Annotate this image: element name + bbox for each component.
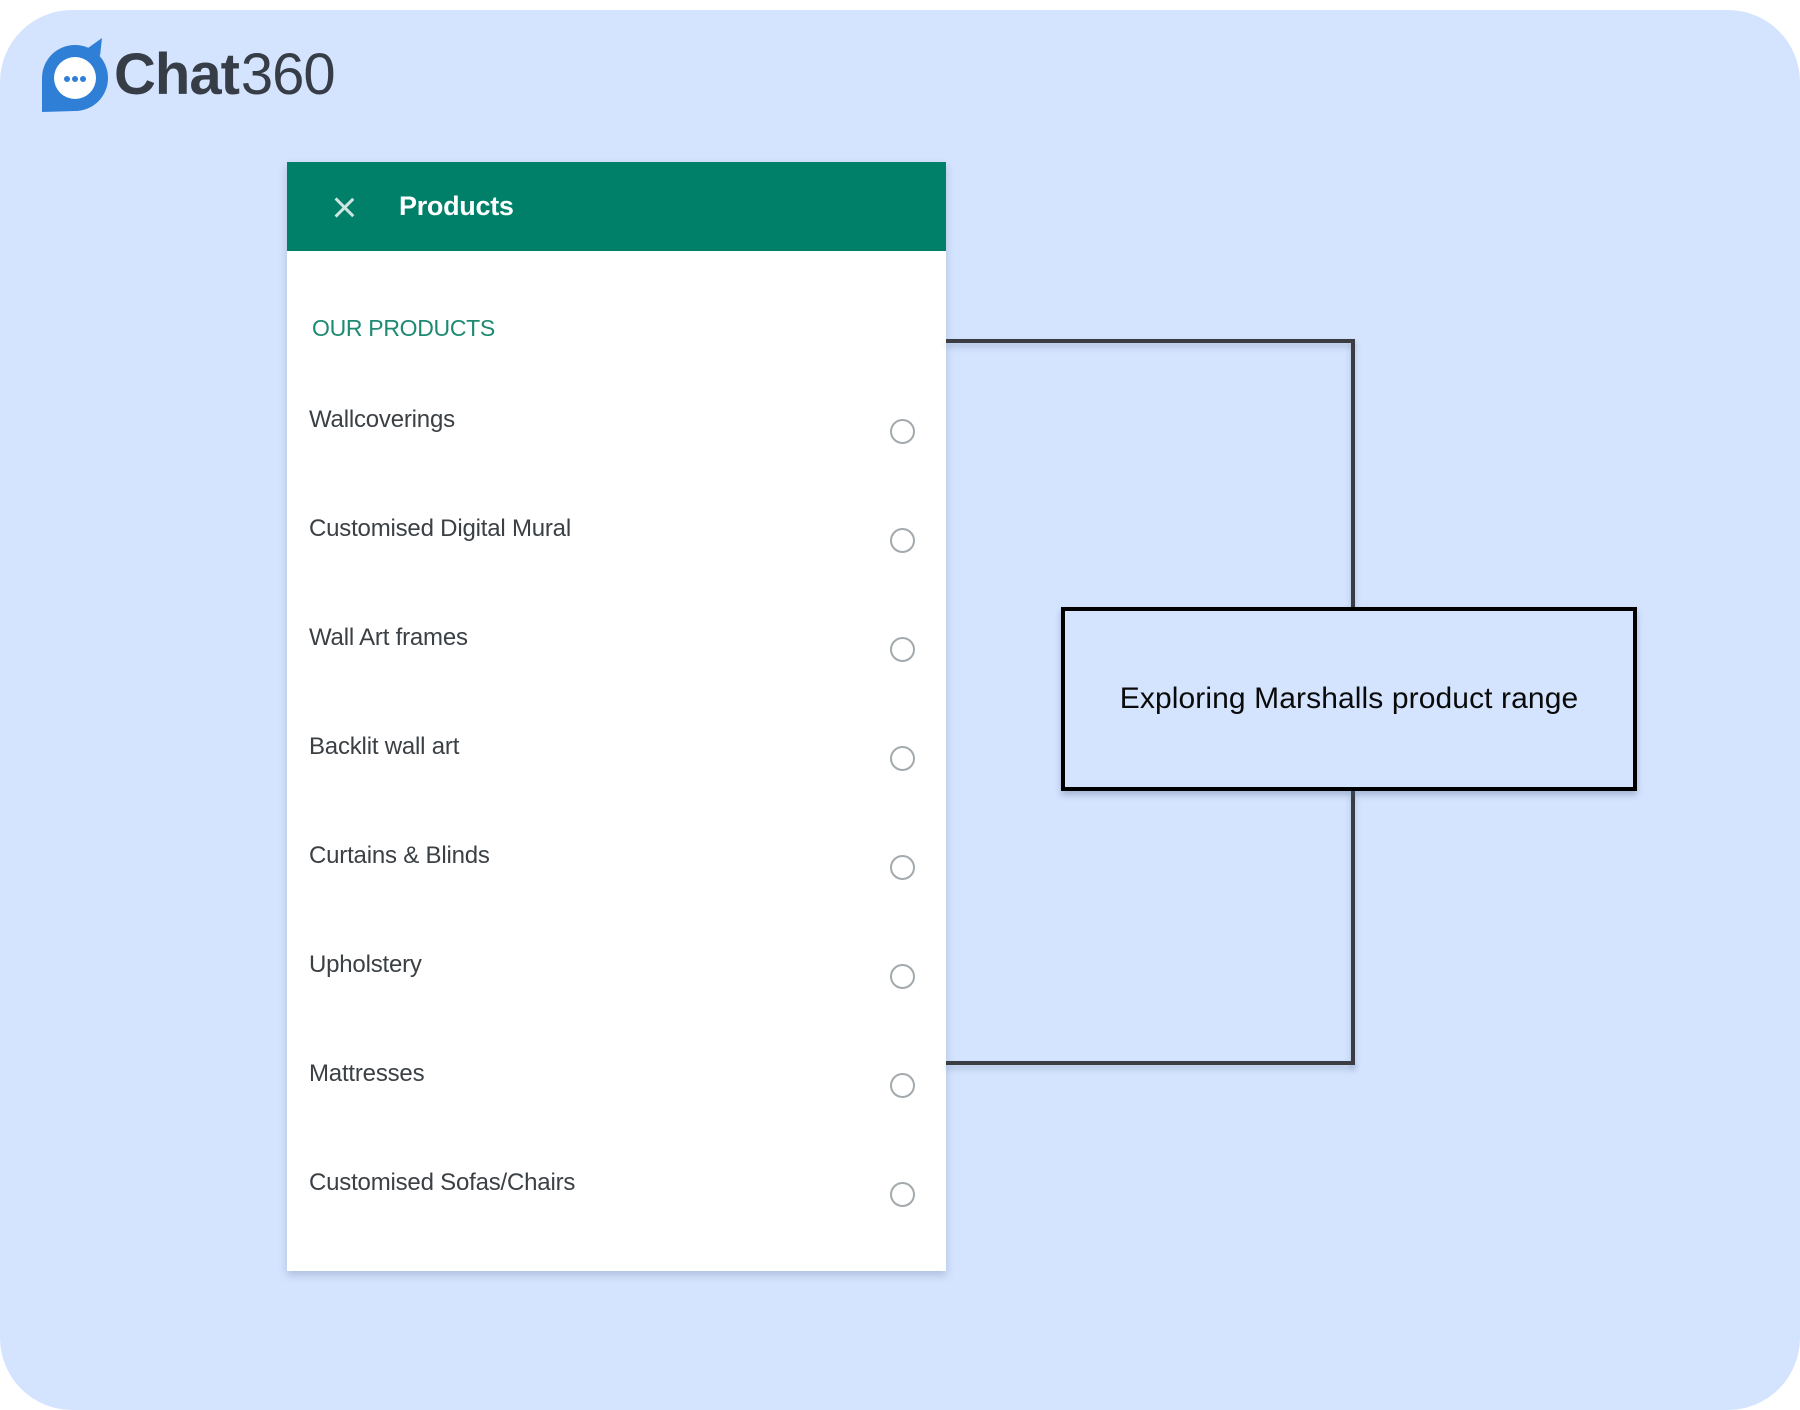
radio-button[interactable]	[890, 637, 915, 662]
radio-button[interactable]	[890, 964, 915, 989]
section-label: OUR PRODUCTS	[312, 315, 495, 341]
close-icon[interactable]	[329, 192, 359, 222]
product-option-upholstery[interactable]: Upholstery	[287, 951, 946, 1060]
radio-button[interactable]	[890, 528, 915, 553]
option-label: Wall Art frames	[309, 624, 468, 651]
panel-title: Products	[399, 191, 514, 221]
option-label: Customised Sofas/Chairs	[309, 1169, 576, 1196]
brand-name-bold: Chat	[114, 42, 240, 107]
product-option-sofas-chairs[interactable]: Customised Sofas/Chairs	[287, 1169, 946, 1278]
annotation-text: Exploring Marshalls product range	[1119, 682, 1579, 715]
radio-button[interactable]	[890, 746, 915, 771]
option-label: Wallcoverings	[309, 406, 455, 433]
products-panel: Products OUR PRODUCTS Wallcoverings Cust…	[287, 162, 946, 1271]
product-option-backlit-wall-art[interactable]: Backlit wall art	[287, 733, 946, 842]
connector-line-bottom	[946, 1061, 1355, 1065]
product-option-wall-art-frames[interactable]: Wall Art frames	[287, 624, 946, 733]
product-option-wallcoverings[interactable]: Wallcoverings	[287, 406, 946, 515]
radio-button[interactable]	[890, 855, 915, 880]
option-label: Curtains & Blinds	[309, 842, 490, 869]
radio-button[interactable]	[890, 1073, 915, 1098]
option-label: Upholstery	[309, 951, 422, 978]
annotation-callout: Exploring Marshalls product range	[1061, 607, 1637, 791]
option-label: Backlit wall art	[309, 733, 460, 760]
panel-header: Products	[287, 162, 946, 251]
brand-logo: Chat360	[38, 38, 336, 112]
brand-name: Chat360	[114, 46, 336, 104]
radio-button[interactable]	[890, 419, 915, 444]
brand-name-light: 360	[240, 42, 336, 107]
radio-button[interactable]	[890, 1182, 915, 1207]
connector-line-upper-vertical	[1351, 339, 1355, 609]
option-label: Mattresses	[309, 1060, 425, 1087]
connector-line-top	[946, 339, 1355, 343]
option-label: Customised Digital Mural	[309, 515, 571, 542]
chat-bubble-icon	[38, 38, 112, 112]
connector-line-lower-vertical	[1351, 789, 1355, 1065]
product-option-curtains-blinds[interactable]: Curtains & Blinds	[287, 842, 946, 951]
product-option-mattresses[interactable]: Mattresses	[287, 1060, 946, 1169]
product-option-digital-mural[interactable]: Customised Digital Mural	[287, 515, 946, 624]
